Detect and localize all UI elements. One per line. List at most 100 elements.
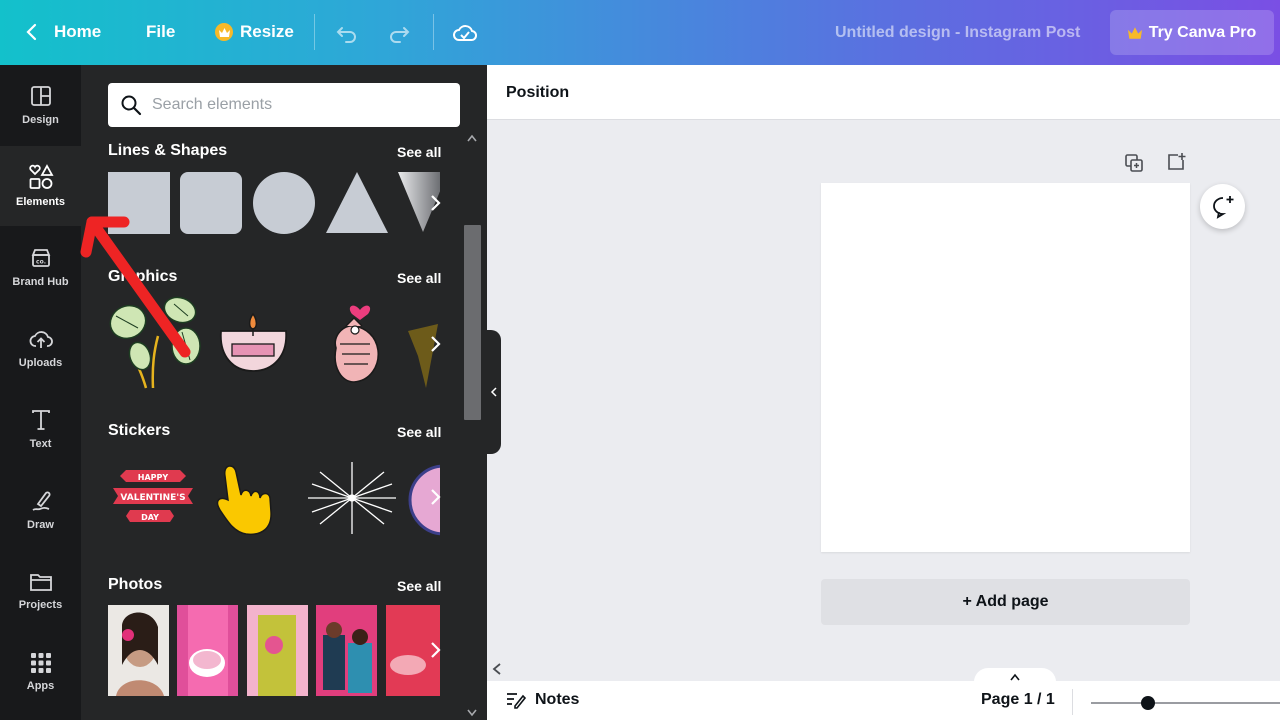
canvas-area: Position + Add page Notes Page 1 / 1 bbox=[487, 65, 1280, 720]
add-page-button[interactable]: + Add page bbox=[821, 579, 1190, 625]
rail-item-design[interactable]: Design bbox=[0, 65, 81, 145]
comment-plus-icon bbox=[1212, 195, 1233, 219]
chevron-left-icon[interactable] bbox=[491, 662, 503, 681]
pen-icon bbox=[32, 491, 50, 511]
photo-thumbnail-yellow-outfit[interactable] bbox=[247, 605, 308, 696]
home-label: Home bbox=[54, 22, 102, 41]
section-title-lines-shapes: Lines & Shapes bbox=[108, 142, 228, 159]
rail-label: Elements bbox=[16, 196, 65, 208]
section-title-graphics: Graphics bbox=[108, 268, 178, 285]
rail-item-elements[interactable]: Elements bbox=[0, 146, 81, 226]
try-pro-label: Try Canva Pro bbox=[1148, 23, 1257, 41]
crown-icon bbox=[215, 23, 233, 41]
sticker-word-valentines: VALENTINE'S bbox=[120, 493, 185, 503]
chevron-right-icon[interactable] bbox=[422, 331, 448, 357]
chevron-right-icon[interactable] bbox=[422, 637, 448, 663]
svg-text:co.: co. bbox=[36, 259, 46, 266]
bottom-bar: Notes Page 1 / 1 bbox=[487, 681, 1280, 720]
scroll-up-icon[interactable] bbox=[466, 130, 478, 148]
redo-icon[interactable] bbox=[386, 20, 412, 46]
elements-panel: Search elements Lines & Shapes See all G… bbox=[81, 65, 487, 720]
back-chevron-icon[interactable] bbox=[22, 22, 42, 42]
see-all-stickers[interactable]: See all bbox=[397, 424, 441, 440]
zoom-slider-thumb[interactable] bbox=[1140, 696, 1155, 710]
text-icon bbox=[31, 410, 50, 430]
scroll-down-icon[interactable] bbox=[466, 705, 478, 720]
collapse-panel-tab[interactable] bbox=[487, 330, 501, 454]
add-page-icon[interactable] bbox=[1165, 151, 1187, 178]
chevron-right-icon[interactable] bbox=[422, 190, 448, 216]
folder-icon bbox=[29, 574, 52, 591]
cloud-saved-icon[interactable] bbox=[452, 20, 478, 46]
circle-shape[interactable] bbox=[253, 172, 315, 234]
document-title[interactable]: Untitled design - Instagram Post bbox=[835, 24, 1080, 42]
monstera-leaf-graphic[interactable] bbox=[108, 296, 201, 389]
rail-item-projects[interactable]: Projects bbox=[0, 551, 81, 631]
search-icon bbox=[121, 95, 142, 116]
section-title-photos: Photos bbox=[108, 576, 163, 593]
pointing-hand-sticker[interactable] bbox=[216, 465, 272, 536]
photos-row bbox=[108, 605, 440, 696]
chevron-up-icon bbox=[1010, 673, 1020, 681]
candle-bowl-graphic[interactable] bbox=[220, 312, 287, 372]
file-menu-button[interactable]: File bbox=[146, 22, 175, 42]
rail-label: Brand Hub bbox=[12, 276, 69, 288]
rounded-square-shape[interactable] bbox=[180, 172, 242, 234]
square-shape[interactable] bbox=[108, 172, 170, 234]
rail-item-brand-hub[interactable]: co. Brand Hub bbox=[0, 227, 81, 307]
pages-expand-tab[interactable] bbox=[974, 668, 1056, 686]
section-title-stickers: Stickers bbox=[108, 422, 171, 439]
photo-thumbnail-woman-flower[interactable] bbox=[108, 605, 169, 696]
shapes-icon bbox=[28, 164, 54, 189]
see-all-graphics[interactable]: See all bbox=[397, 270, 441, 286]
chevron-right-icon[interactable] bbox=[422, 484, 448, 510]
rail-label: Draw bbox=[27, 519, 54, 531]
home-button[interactable]: Home bbox=[54, 22, 101, 42]
graphics-row bbox=[108, 296, 440, 391]
add-comment-button[interactable] bbox=[1200, 184, 1245, 229]
valentines-banner-sticker[interactable]: HAPPY VALENTINE'S DAY bbox=[113, 470, 193, 522]
zoom-slider-track[interactable] bbox=[1091, 702, 1280, 704]
brand-icon: co. bbox=[31, 249, 50, 267]
crown-icon bbox=[1127, 26, 1142, 39]
try-pro-button[interactable]: Try Canva Pro bbox=[1110, 10, 1274, 55]
rail-item-draw[interactable]: Draw bbox=[0, 470, 81, 550]
search-input[interactable]: Search elements bbox=[108, 83, 460, 127]
shapes-row bbox=[108, 172, 440, 234]
starburst-sticker[interactable] bbox=[308, 462, 396, 534]
design-page[interactable] bbox=[821, 183, 1190, 552]
toolbar-divider bbox=[433, 14, 434, 50]
finger-heart-hand-graphic[interactable] bbox=[334, 305, 379, 383]
rail-label: Apps bbox=[26, 680, 55, 692]
sticker-word-day: DAY bbox=[141, 513, 159, 522]
undo-icon[interactable] bbox=[334, 20, 360, 46]
file-label: File bbox=[146, 22, 176, 41]
photo-thumbnail-two-women[interactable] bbox=[316, 605, 377, 696]
rail-label: Uploads bbox=[18, 357, 63, 369]
photo-thumbnail-pink-cake[interactable] bbox=[177, 605, 238, 696]
chevron-left-icon bbox=[490, 387, 497, 397]
triangle-shape[interactable] bbox=[326, 172, 388, 233]
see-all-lines-shapes[interactable]: See all bbox=[397, 144, 441, 160]
notes-button[interactable]: Notes bbox=[505, 691, 579, 709]
duplicate-page-icon[interactable] bbox=[1124, 153, 1144, 178]
rail-item-uploads[interactable]: Uploads bbox=[0, 308, 81, 388]
side-rail: Design Elements co. Brand Hub Uploads Te… bbox=[0, 65, 81, 720]
position-button[interactable]: Position bbox=[506, 84, 569, 102]
panel-scrollbar-thumb[interactable] bbox=[464, 225, 481, 420]
sticker-word-happy: HAPPY bbox=[138, 473, 169, 482]
rail-item-apps[interactable]: Apps bbox=[0, 632, 81, 712]
rail-item-text[interactable]: Text bbox=[0, 389, 81, 469]
notes-label: Notes bbox=[535, 691, 580, 708]
notes-icon bbox=[507, 693, 527, 709]
rail-label: Design bbox=[22, 114, 59, 126]
resize-label: Resize bbox=[240, 22, 294, 41]
bottom-divider bbox=[1072, 689, 1073, 715]
resize-button[interactable]: Resize bbox=[215, 22, 294, 42]
search-placeholder: Search elements bbox=[152, 96, 273, 113]
top-bar: Home File Resize Untitled design - Insta… bbox=[0, 0, 1280, 65]
rail-label: Projects bbox=[18, 599, 63, 611]
see-all-photos[interactable]: See all bbox=[397, 578, 441, 594]
stickers-row: HAPPY VALENTINE'S DAY bbox=[108, 458, 440, 538]
page-indicator[interactable]: Page 1 / 1 bbox=[981, 691, 1055, 709]
